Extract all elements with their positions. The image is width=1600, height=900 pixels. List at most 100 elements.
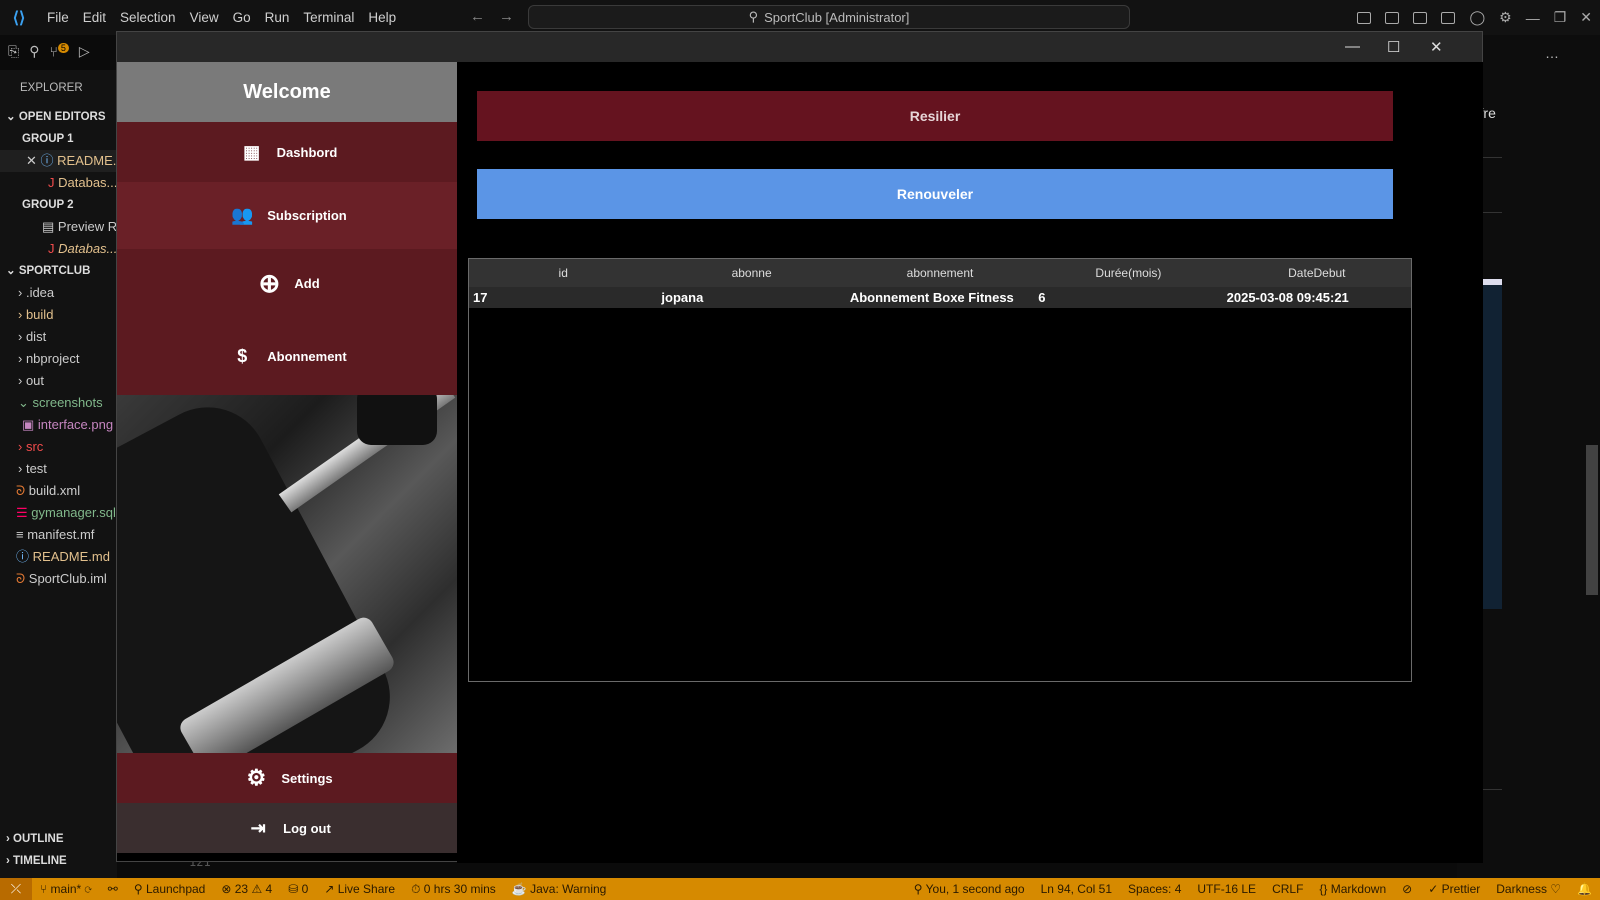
tree-item-build[interactable]: › build bbox=[0, 304, 117, 326]
column-header[interactable]: Durée(mois) bbox=[1034, 266, 1222, 280]
app-maximize-icon[interactable]: ☐ bbox=[1387, 38, 1400, 56]
open-editors-section[interactable]: ⌄ OPEN EDITORS bbox=[0, 106, 117, 128]
tree-item-dist[interactable]: › dist bbox=[0, 326, 117, 348]
group2-label[interactable]: GROUP 2 bbox=[0, 194, 117, 216]
customize-layout-icon[interactable] bbox=[1441, 11, 1456, 24]
table-cell: Abonnement Boxe Fitness bbox=[849, 290, 1014, 305]
timeline-section[interactable]: › TIMELINE bbox=[0, 850, 117, 872]
nav-abonnement[interactable]: $ Abonnement bbox=[117, 317, 457, 395]
open-editor-readme[interactable]: ✕ ⓘ README. bbox=[0, 150, 117, 172]
column-header[interactable]: abonne bbox=[657, 266, 845, 280]
column-header[interactable]: abonnement bbox=[846, 266, 1034, 280]
java-icon: J bbox=[48, 175, 55, 190]
app-close-icon[interactable]: ✕ bbox=[1430, 38, 1443, 56]
renouveler-button[interactable]: Renouveler bbox=[477, 169, 1393, 219]
java-status[interactable]: ☕ Java: Warning bbox=[504, 882, 615, 896]
tree-item-build-xml[interactable]: ᘐ build.xml bbox=[0, 480, 117, 502]
project-section[interactable]: ⌄ SPORTCLUB bbox=[0, 260, 117, 282]
back-arrow-icon[interactable]: ← bbox=[470, 8, 499, 25]
resilier-button[interactable]: Resilier bbox=[477, 91, 1393, 141]
open-editor-database-2[interactable]: J Databas... bbox=[0, 238, 117, 260]
nav-subscription[interactable]: 👥 Subscription bbox=[117, 182, 457, 249]
group1-label[interactable]: GROUP 1 bbox=[0, 128, 117, 150]
tree-item-interface-png[interactable]: ▣ interface.png bbox=[0, 414, 117, 436]
copilot-icon[interactable]: ⊘ bbox=[1394, 882, 1420, 896]
outline-section[interactable]: › OUTLINE bbox=[0, 828, 117, 850]
column-header[interactable]: id bbox=[469, 266, 657, 280]
liveshare-status[interactable]: ↗ Live Share bbox=[316, 882, 403, 896]
table-header: id abonne abonnement Durée(mois) DateDeb… bbox=[469, 259, 1411, 287]
nav-settings[interactable]: ⚙ Settings bbox=[117, 753, 457, 803]
app-title-bar[interactable]: — ☐ ✕ bbox=[117, 32, 1482, 62]
forward-arrow-icon[interactable]: → bbox=[499, 8, 528, 25]
menu-file[interactable]: File bbox=[40, 10, 76, 25]
outline-label: OUTLINE bbox=[13, 833, 64, 845]
more-actions-icon[interactable]: … bbox=[1545, 45, 1559, 61]
tree-item-gymanager-sql[interactable]: ☰ gymanager.sql bbox=[0, 502, 117, 524]
open-editor-database[interactable]: J Databas... bbox=[0, 172, 117, 194]
menu-go[interactable]: Go bbox=[226, 10, 258, 25]
graph-icon[interactable]: ⚯ bbox=[100, 882, 126, 896]
toggle-secondary-sidebar-icon[interactable] bbox=[1413, 11, 1428, 24]
errors-count: 23 bbox=[234, 882, 249, 896]
language-mode[interactable]: {} Markdown bbox=[1311, 882, 1394, 896]
editor-scrollbar[interactable] bbox=[1586, 445, 1598, 595]
launchpad-status[interactable]: ⚲ Launchpad bbox=[126, 882, 214, 896]
time-status[interactable]: ⏱ 0 hrs 30 mins bbox=[403, 882, 504, 897]
minimize-icon[interactable]: — bbox=[1526, 10, 1540, 26]
menu-run[interactable]: Run bbox=[258, 10, 297, 25]
nav-dashboard[interactable]: ▦ Dashbord bbox=[117, 122, 457, 182]
open-editor-preview[interactable]: ▤ Preview R bbox=[0, 216, 117, 238]
nav-logout[interactable]: ⇥ Log out bbox=[117, 803, 457, 853]
gear-icon[interactable]: ⚙ bbox=[1499, 9, 1512, 26]
bell-icon[interactable]: 🔔 bbox=[1569, 882, 1600, 896]
search-view-icon[interactable]: ⚲ bbox=[29, 43, 39, 65]
open-editor-readme-label: README. bbox=[57, 153, 117, 168]
tree-item-readme-label: README.md bbox=[32, 549, 110, 564]
cursor-position[interactable]: Ln 94, Col 51 bbox=[1033, 882, 1120, 896]
tree-item-sportclub-iml[interactable]: ᘐ SportClub.iml bbox=[0, 568, 117, 590]
menu-terminal[interactable]: Terminal bbox=[296, 10, 361, 25]
table-cell: 17 bbox=[473, 290, 488, 305]
tree-item-src[interactable]: › src bbox=[0, 436, 117, 458]
tree-item-build-label: build bbox=[25, 307, 54, 322]
ports-count: 0 bbox=[301, 882, 309, 896]
nav-add[interactable]: ⊕ Add bbox=[117, 249, 457, 317]
toggle-sidebar-icon[interactable] bbox=[1357, 11, 1372, 24]
close-icon[interactable]: ✕ bbox=[1580, 9, 1592, 26]
table-row[interactable]: 17 jopana Abonnement Boxe Fitness 6 2025… bbox=[469, 287, 1411, 308]
column-header[interactable]: DateDebut bbox=[1223, 266, 1411, 280]
end-of-line[interactable]: CRLF bbox=[1264, 882, 1311, 896]
indentation[interactable]: Spaces: 4 bbox=[1120, 882, 1189, 896]
menu-view[interactable]: View bbox=[183, 10, 226, 25]
theme-status[interactable]: Darkness ♡ bbox=[1488, 882, 1569, 896]
command-center[interactable]: ⚲ SportClub [Administrator] bbox=[528, 5, 1130, 29]
vscode-logo-icon: ⟨⟩ bbox=[12, 9, 26, 27]
restore-icon[interactable]: ❐ bbox=[1554, 9, 1567, 26]
account-icon[interactable]: ◯ bbox=[1469, 9, 1485, 26]
remote-icon[interactable]: ⤫ bbox=[0, 878, 32, 900]
run-debug-icon[interactable]: ▷ bbox=[79, 43, 90, 65]
explorer-icon[interactable]: ⎘ bbox=[8, 43, 19, 65]
prettier-status[interactable]: ✓ Prettier bbox=[1420, 882, 1488, 896]
tree-item-idea[interactable]: › .idea bbox=[0, 282, 117, 304]
tree-item-test[interactable]: › test bbox=[0, 458, 117, 480]
menu-selection[interactable]: Selection bbox=[113, 10, 183, 25]
source-control-icon[interactable]: ⑂ 5 bbox=[49, 43, 69, 65]
close-icon[interactable]: ✕ bbox=[26, 153, 37, 168]
ports-status[interactable]: ⛁ 0 bbox=[280, 882, 316, 896]
toggle-panel-icon[interactable] bbox=[1385, 11, 1400, 24]
blame-status[interactable]: ⚲ You, 1 second ago bbox=[906, 882, 1033, 896]
tree-item-manifest[interactable]: ≡ manifest.mf bbox=[0, 524, 117, 546]
tree-item-readme[interactable]: ⓘ README.md bbox=[0, 546, 117, 568]
problems-status[interactable]: ⊗ 23 ⚠ 4 bbox=[213, 882, 280, 896]
branch-icon: ⑂ bbox=[40, 882, 48, 896]
tree-item-screenshots[interactable]: ⌄ screenshots bbox=[0, 392, 117, 414]
tree-item-nbproject[interactable]: › nbproject bbox=[0, 348, 117, 370]
menu-edit[interactable]: Edit bbox=[76, 10, 113, 25]
app-minimize-icon[interactable]: — bbox=[1345, 38, 1360, 55]
menu-help[interactable]: Help bbox=[361, 10, 403, 25]
encoding[interactable]: UTF-16 LE bbox=[1189, 882, 1264, 896]
branch-status[interactable]: ⑂ main* ⟳ bbox=[32, 882, 100, 896]
tree-item-out[interactable]: › out bbox=[0, 370, 117, 392]
